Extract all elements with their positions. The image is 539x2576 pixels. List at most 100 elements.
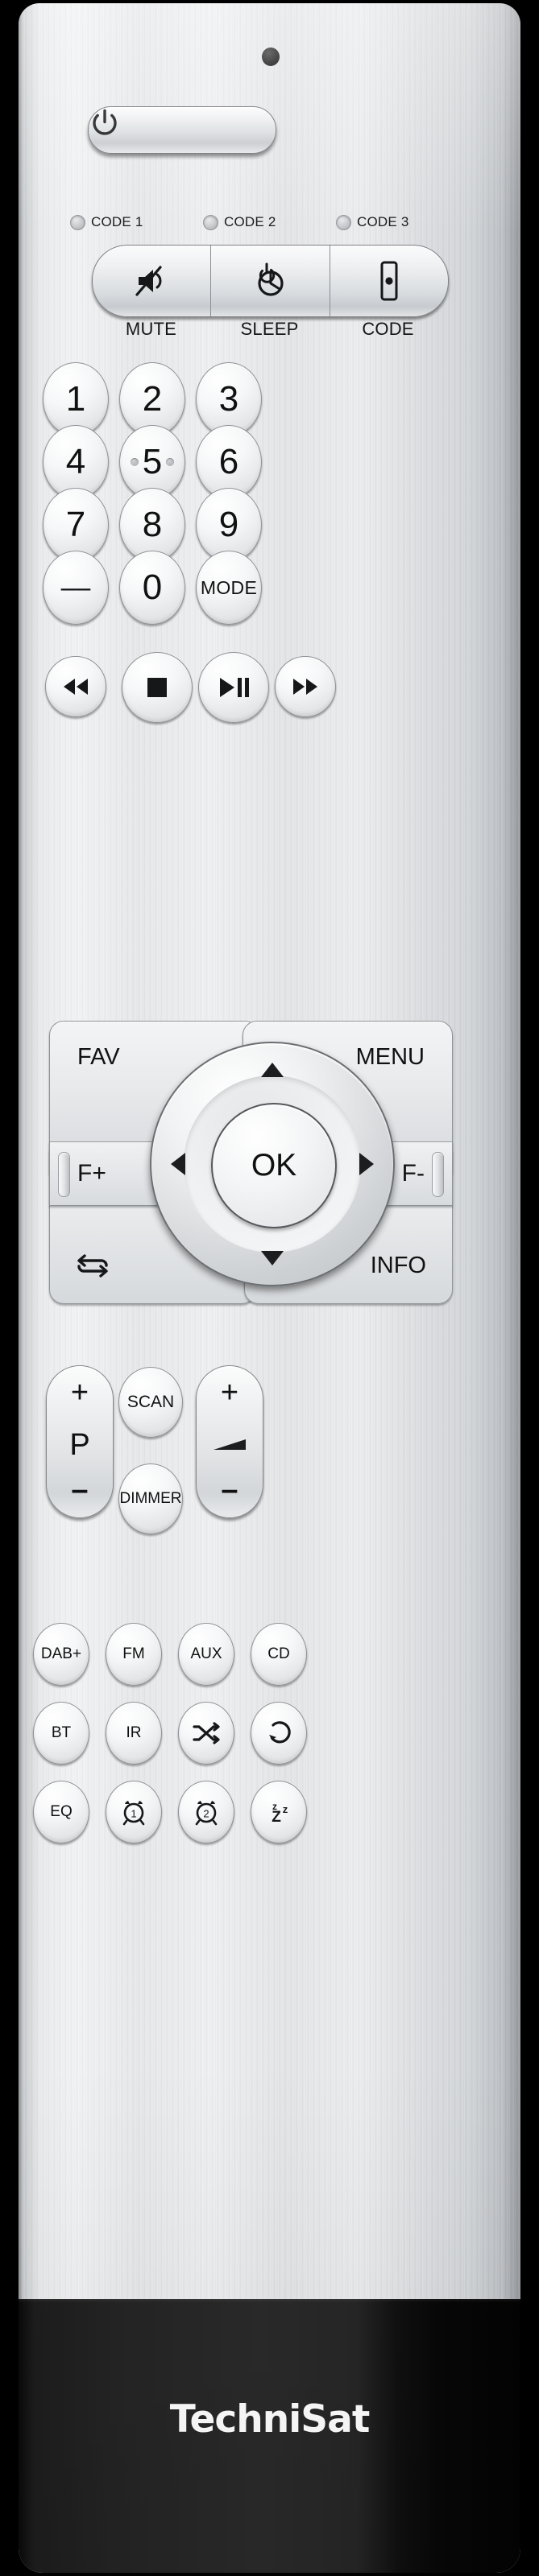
power-button[interactable]: [88, 106, 276, 154]
left-edge-pill: [58, 1152, 70, 1197]
f-plus-label: F+: [77, 1160, 106, 1187]
remote-body: CODE 1 CODE 2 CODE 3 MUTE SLEEP CODE 1 2…: [19, 3, 520, 2573]
eq-button[interactable]: EQ: [33, 1781, 89, 1843]
program-plus-label[interactable]: +: [71, 1377, 89, 1408]
volume-plus-label[interactable]: +: [221, 1377, 238, 1408]
arrow-right-button[interactable]: [359, 1153, 374, 1175]
key-6-label: 6: [218, 442, 239, 481]
repeat-button[interactable]: [251, 1702, 307, 1765]
function-bar-labels: MUTE SLEEP CODE: [92, 319, 447, 340]
key-3-label: 3: [218, 379, 239, 419]
code-label: CODE: [362, 319, 414, 339]
source-bt-button[interactable]: BT: [33, 1702, 89, 1765]
source-bt-label: BT: [51, 1724, 72, 1741]
power-icon: [93, 109, 117, 135]
right-edge-pill: [432, 1152, 444, 1197]
stop-button[interactable]: [122, 652, 193, 723]
brand-logo: TechniSat: [169, 2397, 371, 2442]
rewind-button[interactable]: [45, 656, 106, 717]
source-fm-button[interactable]: FM: [106, 1623, 162, 1686]
code-3-led: [336, 214, 351, 230]
key-5-tactile-dot-left: [131, 458, 139, 466]
code-2-led: [203, 214, 218, 230]
code-indicator-1: CODE 1: [70, 214, 143, 230]
key-2-label: 2: [142, 379, 163, 419]
arrow-left-icon: [171, 1153, 185, 1175]
program-mid-label: P: [69, 1427, 90, 1462]
key-4-label: 4: [65, 442, 86, 481]
code-3-label: CODE 3: [357, 214, 409, 229]
play-pause-button[interactable]: [198, 652, 269, 723]
alarm-2-button[interactable]: 2: [178, 1781, 234, 1843]
source-ir-button[interactable]: IR: [106, 1702, 162, 1765]
scan-button[interactable]: SCAN: [118, 1367, 183, 1438]
source-aux-label: AUX: [190, 1645, 222, 1662]
code-1-label: CODE 1: [91, 214, 143, 229]
arrow-left-button[interactable]: [171, 1153, 185, 1175]
f-minus-label: F-: [401, 1160, 425, 1187]
source-dab-button[interactable]: DAB+: [33, 1623, 89, 1686]
rewind-icon: [64, 679, 88, 695]
source-dab-label: DAB+: [40, 1645, 82, 1662]
ir-emitter-led: [262, 47, 280, 66]
sleep-zzz-icon: z z Z: [272, 1801, 288, 1825]
key-5-label: 5: [142, 442, 163, 481]
source-fm-label: FM: [122, 1645, 145, 1662]
shuffle-button[interactable]: [178, 1702, 234, 1765]
brand-footer: TechniSat: [19, 2299, 520, 2573]
key-dash[interactable]: ––: [43, 551, 109, 625]
direction-ring[interactable]: OK: [150, 1042, 395, 1286]
key-0-label: 0: [142, 568, 163, 607]
key-8-label: 8: [142, 505, 163, 544]
source-ir-label: IR: [126, 1724, 142, 1741]
repeat-icon: [269, 1721, 291, 1744]
info-label: INFO: [370, 1253, 426, 1278]
svg-text:Z: Z: [272, 1809, 281, 1825]
key-mode[interactable]: MODE: [196, 551, 262, 625]
source-cd-label: CD: [267, 1645, 290, 1662]
key-5-tactile-dot-right: [166, 458, 174, 466]
mute-label: MUTE: [125, 319, 177, 339]
stop-icon: [147, 678, 167, 697]
ok-label: OK: [251, 1148, 297, 1183]
ok-button[interactable]: OK: [211, 1103, 337, 1228]
remote-control: CODE 1 CODE 2 CODE 3 MUTE SLEEP CODE 1 2…: [0, 0, 539, 2576]
arrow-up-icon: [261, 1063, 284, 1077]
alarm-2-icon: 2: [195, 1801, 218, 1826]
sleep-button[interactable]: [210, 246, 329, 316]
volume-wedge-icon: [214, 1439, 246, 1451]
source-aux-button[interactable]: AUX: [178, 1623, 234, 1686]
alarm-1-icon: 1: [122, 1801, 145, 1826]
code-button[interactable]: [329, 246, 448, 316]
source-cd-button[interactable]: CD: [251, 1623, 307, 1686]
arrow-right-icon: [359, 1153, 374, 1175]
volume-rocker[interactable]: + –: [196, 1365, 263, 1518]
dimmer-label: DIMMER: [119, 1490, 182, 1507]
program-minus-label[interactable]: –: [71, 1475, 88, 1505]
code-indicator-row: CODE 1 CODE 2 CODE 3: [19, 214, 520, 232]
program-rocker[interactable]: + P –: [46, 1365, 114, 1518]
sleep-timer-icon: [258, 262, 284, 296]
key-0[interactable]: 0: [119, 551, 185, 625]
function-bar: [92, 245, 449, 317]
repeat-swap-icon: [77, 1254, 108, 1278]
code-indicator-3: CODE 3: [336, 214, 409, 230]
svg-text:2: 2: [203, 1808, 209, 1820]
fav-label: FAV: [77, 1044, 120, 1070]
code-1-led: [70, 214, 85, 230]
key-9-label: 9: [218, 505, 239, 544]
arrow-down-button[interactable]: [261, 1251, 284, 1265]
dimmer-button[interactable]: DIMMER: [118, 1463, 183, 1534]
play-pause-icon: [220, 678, 249, 697]
svg-text:z: z: [283, 1803, 288, 1815]
volume-minus-label[interactable]: –: [221, 1475, 238, 1505]
menu-label: MENU: [355, 1044, 425, 1070]
alarm-1-button[interactable]: 1: [106, 1781, 162, 1843]
mute-button[interactable]: [93, 246, 210, 316]
sleep-zzz-button[interactable]: z z Z: [251, 1781, 307, 1843]
fast-forward-button[interactable]: [275, 656, 336, 717]
arrow-up-button[interactable]: [261, 1063, 284, 1077]
shuffle-icon: [193, 1722, 220, 1744]
svg-text:1: 1: [131, 1808, 136, 1820]
mute-icon: [135, 266, 162, 296]
